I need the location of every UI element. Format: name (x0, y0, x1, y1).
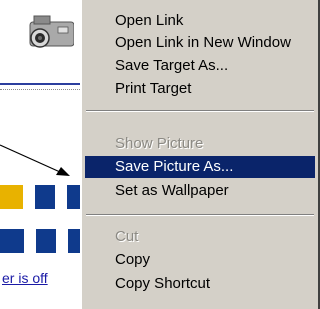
page-link-fragment[interactable]: er is off (2, 270, 48, 286)
menu-item-save-target-as[interactable]: Save Target As... (82, 55, 318, 77)
menu-separator (86, 110, 314, 112)
menu-item-print-target[interactable]: Print Target (82, 78, 318, 100)
menu-item-open-link-new-window[interactable]: Open Link in New Window (82, 32, 318, 54)
menu-item-save-picture-as[interactable]: Save Picture As... (85, 156, 315, 178)
menu-item-open-link[interactable]: Open Link (82, 10, 318, 32)
menu-item-copy[interactable]: Copy (82, 249, 318, 271)
banner-image-row (0, 185, 93, 209)
banner-image-row (0, 229, 92, 253)
context-menu: Open Link Open Link in New Window Save T… (80, 0, 320, 309)
menu-item-set-as-wallpaper[interactable]: Set as Wallpaper (82, 180, 318, 202)
banner-block (35, 229, 57, 253)
page-divider-blue (0, 83, 92, 85)
banner-block (0, 229, 24, 253)
page-divider-dotted (0, 89, 92, 90)
menu-separator (86, 214, 314, 216)
camera-thumbnail-image[interactable] (28, 0, 74, 56)
menu-item-cut: Cut (115, 228, 139, 245)
menu-item-copy-shortcut[interactable]: Copy Shortcut (82, 273, 318, 295)
banner-block (34, 185, 56, 209)
menu-item-show-picture: Show Picture (115, 135, 204, 152)
pointer-arrow-icon (0, 144, 70, 176)
banner-block (0, 185, 23, 209)
